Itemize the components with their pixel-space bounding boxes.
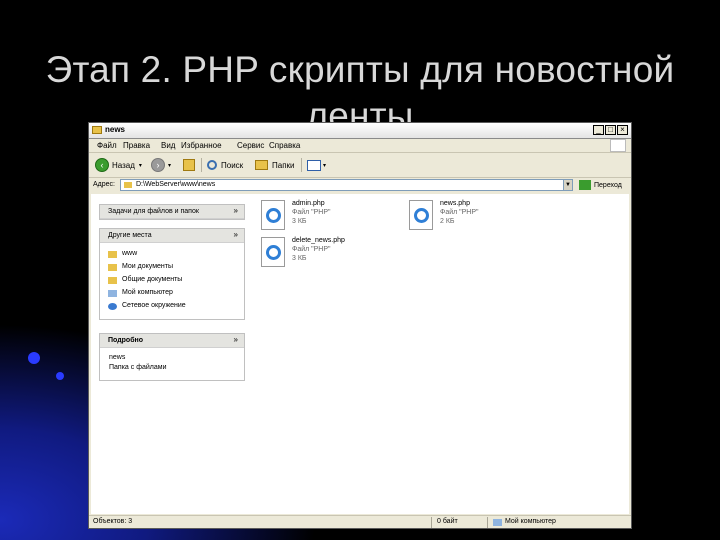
folder-icon	[108, 264, 117, 271]
title-bar[interactable]: news _ □ ×	[89, 123, 631, 139]
chevron-down-icon: ▾	[323, 162, 327, 169]
file-size: 3 КБ	[292, 218, 307, 225]
address-input[interactable]: D:\WebServer\www\news	[120, 179, 569, 191]
menu-file[interactable]: Файл	[97, 141, 117, 150]
decorative-dot	[28, 352, 40, 364]
file-size: 3 КБ	[292, 255, 307, 262]
decorative-dot	[56, 372, 64, 380]
back-button[interactable]: ‹ Назад ▾	[95, 157, 142, 173]
folders-label: Папки	[272, 160, 295, 170]
collapse-chevron-icon[interactable]: »	[234, 230, 238, 239]
status-object-count: Объектов: 3	[93, 518, 133, 525]
folders-button[interactable]: Папки	[255, 157, 295, 173]
chevron-down-icon: ▾	[168, 162, 172, 169]
maximize-button[interactable]: □	[605, 125, 616, 135]
menu-edit[interactable]: Правка	[123, 141, 150, 150]
network-icon	[108, 303, 117, 310]
file-type: Файл "PHP"	[292, 209, 331, 216]
file-name: admin.php	[292, 200, 325, 207]
place-item-shared-documents[interactable]: Общие документы	[100, 274, 244, 287]
content-area: Задачи для файлов и папок » Другие места…	[91, 194, 629, 514]
php-file-icon	[261, 200, 285, 230]
toolbar-separator	[201, 158, 202, 172]
toolbar: ‹ Назад ▾ › ▾ Поиск Папки ▾	[89, 153, 631, 178]
php-file-icon	[409, 200, 433, 230]
search-label: Поиск	[221, 160, 244, 170]
place-label: Мои документы	[122, 263, 174, 270]
folder-icon	[108, 251, 117, 258]
views-icon	[307, 159, 321, 171]
explorer-window: news _ □ × Файл Правка Вид Избранное Сер…	[88, 122, 632, 529]
go-button[interactable]: Переход	[579, 179, 622, 191]
file-item-admin-php[interactable]: admin.php Файл "PHP" 3 КБ	[261, 200, 381, 236]
folder-icon	[92, 126, 102, 134]
menu-view[interactable]: Вид	[161, 141, 175, 150]
place-item-my-computer[interactable]: Мой компьютер	[100, 287, 244, 300]
go-arrow-icon	[579, 180, 591, 190]
menu-tools[interactable]: Сервис	[237, 141, 264, 150]
file-type: Файл "PHP"	[292, 246, 331, 253]
panel-title: Другие места	[108, 232, 152, 239]
file-tasks-panel[interactable]: Задачи для файлов и папок »	[99, 204, 245, 220]
file-item-news-php[interactable]: news.php Файл "PHP" 2 КБ	[409, 200, 529, 236]
folder-icon	[255, 160, 268, 170]
menu-help[interactable]: Справка	[269, 141, 300, 150]
up-folder-icon	[183, 159, 195, 171]
computer-icon	[108, 290, 117, 297]
folder-icon	[108, 277, 117, 284]
folder-icon	[124, 182, 132, 188]
address-bar: Адрес: D:\WebServer\www\news ▼ Переход	[89, 178, 631, 193]
file-item-delete-news-php[interactable]: delete_news.php Файл "PHP" 3 КБ	[261, 237, 381, 273]
search-icon	[207, 160, 217, 170]
status-size: 0 байт	[437, 518, 458, 525]
search-button[interactable]: Поиск	[207, 157, 243, 173]
file-type: Файл "PHP"	[440, 209, 479, 216]
details-name: news	[109, 354, 126, 361]
details-panel: Подробно » news Папка с файлами	[99, 333, 245, 381]
menu-bar: Файл Правка Вид Избранное Сервис Справка	[89, 139, 631, 153]
address-dropdown-button[interactable]: ▼	[563, 179, 573, 191]
windows-logo-icon	[610, 139, 626, 152]
place-item-network[interactable]: Сетевое окружение	[100, 300, 244, 313]
file-name: news.php	[440, 200, 470, 207]
minimize-button[interactable]: _	[593, 125, 604, 135]
file-name: delete_news.php	[292, 237, 345, 244]
close-button[interactable]: ×	[617, 125, 628, 135]
place-label: Общие документы	[122, 276, 183, 283]
forward-arrow-icon: ›	[151, 158, 165, 172]
computer-icon	[493, 519, 502, 526]
views-button[interactable]: ▾	[307, 157, 326, 173]
status-location: Мой компьютер	[505, 518, 556, 525]
chevron-down-icon: ▾	[138, 162, 142, 169]
file-size: 2 КБ	[440, 218, 455, 225]
status-divider	[431, 517, 432, 528]
place-item-www[interactable]: www	[100, 248, 244, 261]
collapse-chevron-icon[interactable]: »	[234, 335, 238, 344]
panel-header[interactable]: Подробно »	[100, 334, 244, 348]
php-file-icon	[261, 237, 285, 267]
panel-header[interactable]: Другие места »	[100, 229, 244, 243]
collapse-chevron-icon[interactable]: »	[234, 206, 238, 215]
other-places-panel: Другие места » www Мои документы Общие д…	[99, 228, 245, 320]
place-label: Мой компьютер	[122, 289, 173, 296]
up-folder-button[interactable]	[183, 157, 195, 173]
place-label: Сетевое окружение	[122, 302, 186, 309]
panel-header[interactable]: Задачи для файлов и папок »	[100, 205, 244, 219]
toolbar-separator	[301, 158, 302, 172]
status-divider	[487, 517, 488, 528]
address-value: D:\WebServer\www\news	[136, 181, 216, 188]
place-label: www	[122, 250, 138, 257]
forward-button[interactable]: › ▾	[151, 157, 171, 173]
status-bar: Объектов: 3 0 байт Мой компьютер	[89, 515, 631, 529]
details-type: Папка с файлами	[109, 364, 167, 371]
menu-favorites[interactable]: Избранное	[181, 141, 222, 150]
place-item-my-documents[interactable]: Мои документы	[100, 261, 244, 274]
window-title: news	[105, 125, 126, 134]
back-label: Назад	[112, 160, 135, 170]
panel-title: Подробно	[108, 337, 144, 344]
back-arrow-icon: ‹	[95, 158, 109, 172]
panel-title: Задачи для файлов и папок	[108, 208, 199, 215]
address-label: Адрес:	[93, 181, 115, 188]
go-label: Переход	[594, 181, 622, 189]
